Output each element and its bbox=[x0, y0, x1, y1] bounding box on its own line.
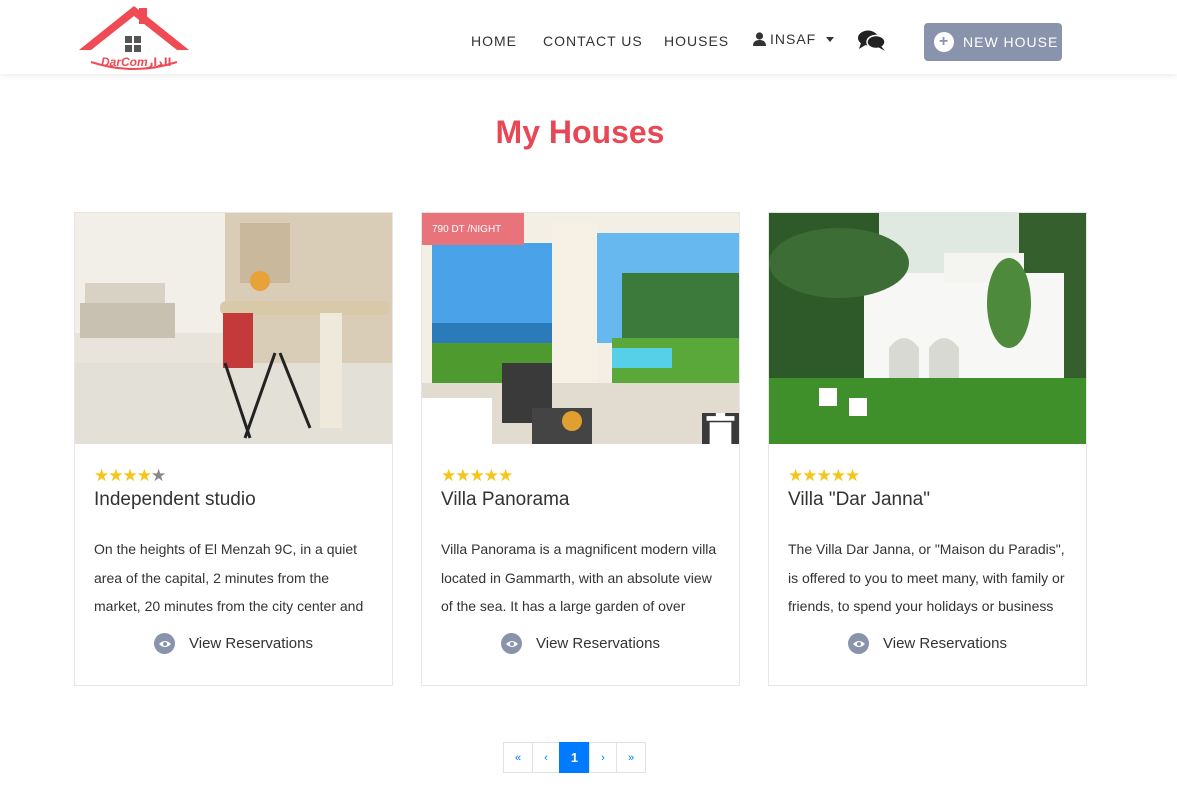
eye-icon bbox=[848, 633, 870, 654]
plus-circle-icon: + bbox=[934, 32, 954, 52]
view-reservations-button[interactable]: View Reservations bbox=[75, 633, 392, 654]
new-house-button[interactable]: + NEW HOUSE bbox=[924, 23, 1062, 61]
user-icon bbox=[753, 32, 766, 46]
delete-house-button[interactable] bbox=[702, 413, 739, 444]
house-card: 790 DT /NIGHT ★★★★★ Villa Panorama Villa… bbox=[421, 212, 740, 686]
house-photo-studio[interactable] bbox=[75, 213, 392, 444]
rating-stars: ★★★★★ bbox=[94, 466, 373, 486]
nav-contact-us[interactable]: CONTACT US bbox=[543, 33, 643, 49]
house-title: Villa Panorama bbox=[441, 489, 570, 510]
stars-filled: ★★★★★ bbox=[788, 466, 860, 485]
page-first-button[interactable]: « bbox=[503, 742, 533, 773]
trash-icon bbox=[706, 413, 735, 444]
view-reservations-button[interactable]: View Reservations bbox=[769, 633, 1086, 654]
page-last-button[interactable]: » bbox=[616, 742, 646, 773]
house-photo-villa-panorama[interactable]: 790 DT /NIGHT bbox=[422, 213, 739, 444]
darcom-logo[interactable]: DarCom الدار bbox=[77, 4, 192, 72]
stars-filled: ★★★★★ bbox=[441, 466, 513, 485]
pagination: « ‹ 1 › » bbox=[503, 742, 646, 773]
logo-text: DarCom bbox=[101, 55, 148, 69]
house-description: The Villa Dar Janna, or "Maison du Parad… bbox=[788, 541, 1065, 614]
user-name: INSAF bbox=[770, 31, 817, 47]
stars-empty: ★ bbox=[150, 466, 166, 485]
house-description: On the heights of El Menzah 9C, in a qui… bbox=[94, 541, 364, 614]
house-photo-villa-dar-janna[interactable] bbox=[769, 213, 1086, 444]
house-title: Villa "Dar Janna" bbox=[788, 489, 930, 510]
eye-icon bbox=[154, 633, 176, 654]
new-house-label: NEW HOUSE bbox=[963, 34, 1059, 50]
page-title: My Houses bbox=[495, 114, 665, 150]
house-description: Villa Panorama is a magnificent modern v… bbox=[441, 541, 717, 614]
view-reservations-button[interactable]: View Reservations bbox=[422, 633, 739, 654]
view-reservations-label: View Reservations bbox=[536, 635, 660, 652]
stars-filled: ★★★★ bbox=[94, 466, 152, 485]
page-next-button[interactable]: › bbox=[589, 742, 617, 773]
top-navbar: DarCom الدار HOME CONTACT US HOUSES INSA… bbox=[0, 0, 1177, 74]
page-prev-button[interactable]: ‹ bbox=[532, 742, 560, 773]
nav-houses[interactable]: HOUSES bbox=[664, 33, 729, 49]
view-reservations-label: View Reservations bbox=[883, 635, 1007, 652]
caret-down-icon bbox=[826, 36, 835, 42]
rating-stars: ★★★★★ bbox=[441, 466, 720, 486]
rating-stars: ★★★★★ bbox=[788, 466, 1067, 486]
nav-home[interactable]: HOME bbox=[471, 33, 517, 49]
view-reservations-label: View Reservations bbox=[189, 635, 313, 652]
house-title: Independent studio bbox=[94, 489, 256, 510]
logo-text-arabic: الدار bbox=[147, 57, 172, 69]
house-card: ★★★★★ Villa "Dar Janna" The Villa Dar Ja… bbox=[768, 212, 1087, 686]
price-badge: 790 DT /NIGHT bbox=[422, 213, 524, 245]
house-card: ★★★★★ Independent studio On the heights … bbox=[74, 212, 393, 686]
eye-icon bbox=[501, 633, 523, 654]
chat-bubbles-icon[interactable] bbox=[857, 29, 887, 53]
user-menu-dropdown[interactable]: INSAF bbox=[753, 31, 835, 47]
page-1-button[interactable]: 1 bbox=[559, 742, 590, 773]
